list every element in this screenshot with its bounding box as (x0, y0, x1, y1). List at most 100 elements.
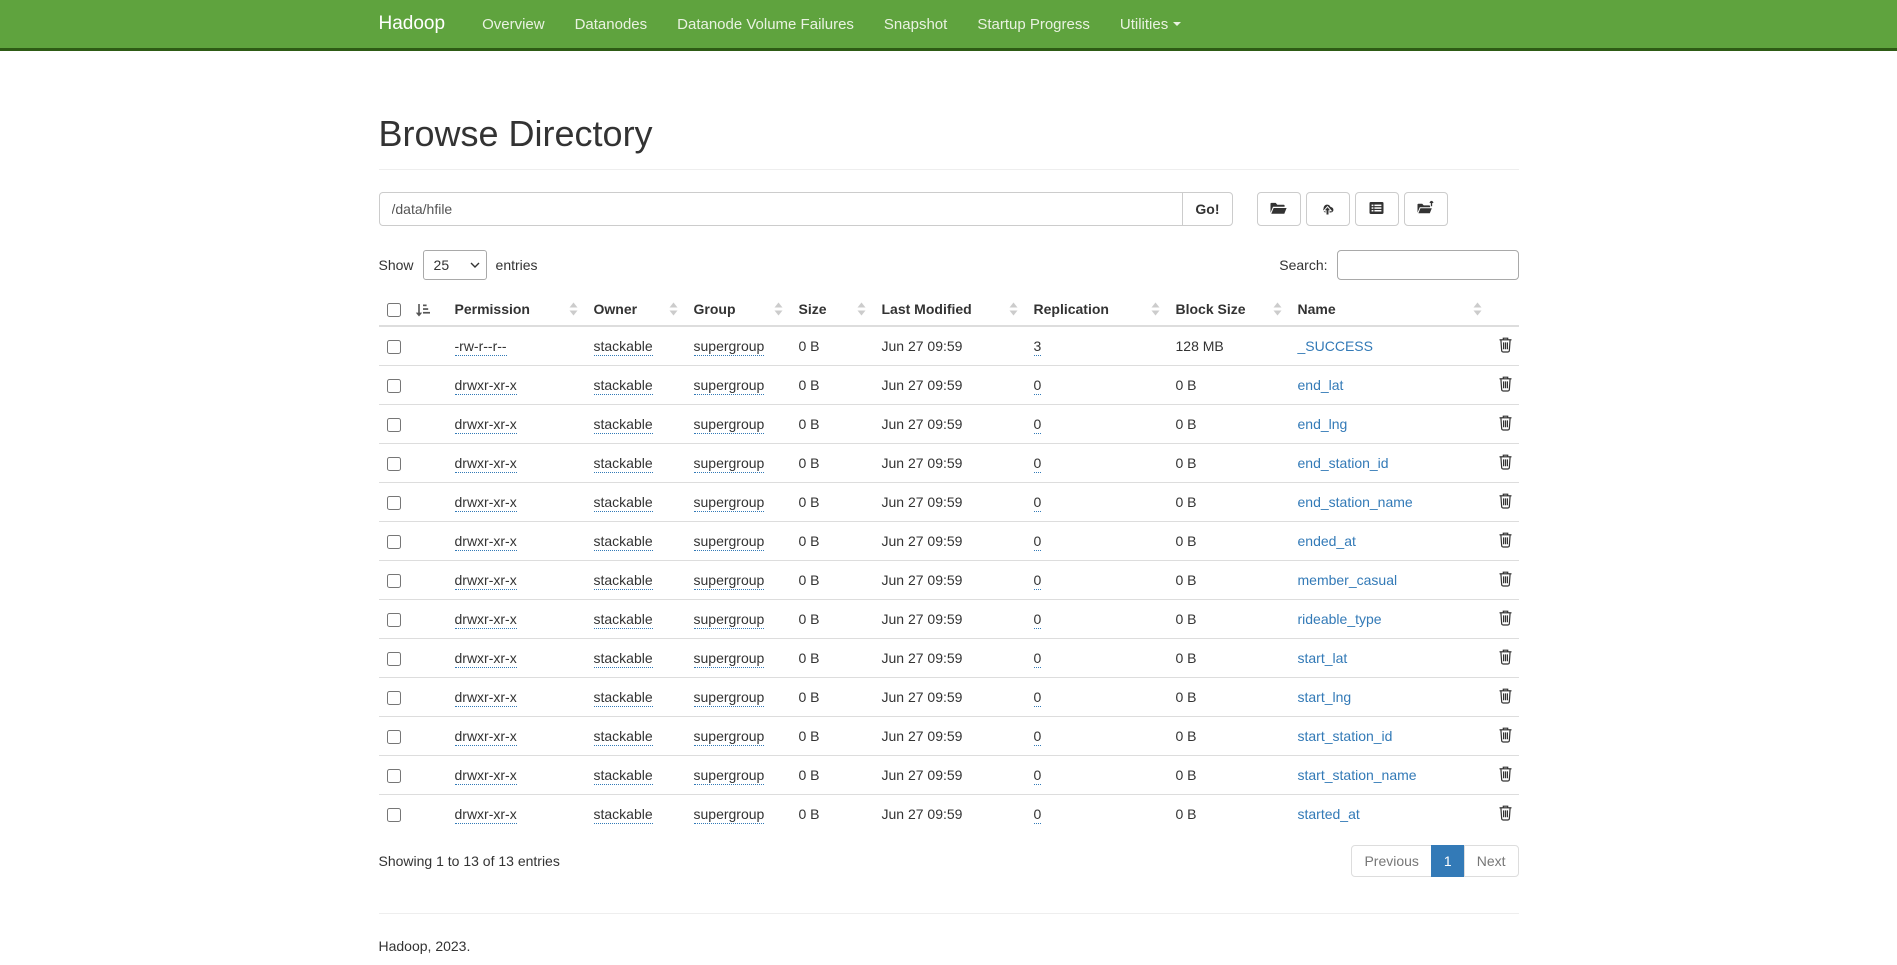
column-header-last-modified[interactable]: Last Modified (874, 292, 1026, 326)
permission-value[interactable]: drwxr-xr-x (455, 377, 517, 395)
group-value[interactable]: supergroup (694, 455, 765, 473)
replication-value[interactable]: 0 (1034, 650, 1042, 668)
permission-value[interactable]: drwxr-xr-x (455, 650, 517, 668)
owner-value[interactable]: stackable (594, 689, 653, 707)
row-checkbox[interactable] (387, 496, 401, 510)
group-value[interactable]: supergroup (694, 611, 765, 629)
row-checkbox[interactable] (387, 340, 401, 354)
permission-value[interactable]: drwxr-xr-x (455, 689, 517, 707)
row-checkbox[interactable] (387, 730, 401, 744)
owner-value[interactable]: stackable (594, 572, 653, 590)
replication-value[interactable]: 0 (1034, 689, 1042, 707)
group-value[interactable]: supergroup (694, 416, 765, 434)
column-header-replication[interactable]: Replication (1026, 292, 1168, 326)
owner-value[interactable]: stackable (594, 806, 653, 824)
permission-value[interactable]: drwxr-xr-x (455, 767, 517, 785)
permission-value[interactable]: drwxr-xr-x (455, 728, 517, 746)
replication-value[interactable]: 0 (1034, 377, 1042, 395)
nav-item-startup-progress[interactable]: Startup Progress (962, 0, 1105, 48)
create-directory-button[interactable] (1257, 192, 1301, 226)
group-value[interactable]: supergroup (694, 689, 765, 707)
owner-value[interactable]: stackable (594, 650, 653, 668)
row-checkbox[interactable] (387, 652, 401, 666)
row-checkbox[interactable] (387, 574, 401, 588)
owner-value[interactable]: stackable (594, 533, 653, 551)
permission-value[interactable]: drwxr-xr-x (455, 533, 517, 551)
owner-value[interactable]: stackable (594, 455, 653, 473)
replication-value[interactable]: 0 (1034, 533, 1042, 551)
file-link[interactable]: start_station_name (1298, 767, 1417, 783)
file-link[interactable]: ended_at (1298, 533, 1356, 549)
file-link[interactable]: start_lat (1298, 650, 1348, 666)
row-checkbox[interactable] (387, 691, 401, 705)
file-link[interactable]: rideable_type (1298, 611, 1382, 627)
column-header-size[interactable]: Size (791, 292, 874, 326)
row-checkbox[interactable] (387, 613, 401, 627)
delete-button[interactable] (1498, 765, 1513, 782)
group-value[interactable]: supergroup (694, 572, 765, 590)
group-value[interactable]: supergroup (694, 767, 765, 785)
nav-item-utilities[interactable]: Utilities (1105, 0, 1196, 48)
delete-button[interactable] (1498, 375, 1513, 392)
row-checkbox[interactable] (387, 457, 401, 471)
owner-value[interactable]: stackable (594, 767, 653, 785)
replication-value[interactable]: 0 (1034, 611, 1042, 629)
column-header-block-size[interactable]: Block Size (1168, 292, 1290, 326)
delete-button[interactable] (1498, 726, 1513, 743)
permission-value[interactable]: drwxr-xr-x (455, 455, 517, 473)
row-checkbox[interactable] (387, 769, 401, 783)
group-value[interactable]: supergroup (694, 338, 765, 356)
file-link[interactable]: end_lng (1298, 416, 1348, 432)
row-checkbox[interactable] (387, 379, 401, 393)
row-checkbox[interactable] (387, 418, 401, 432)
column-header-permission[interactable]: Permission (447, 292, 586, 326)
column-header-name[interactable]: Name (1290, 292, 1490, 326)
permission-value[interactable]: drwxr-xr-x (455, 416, 517, 434)
replication-value[interactable]: 0 (1034, 494, 1042, 512)
delete-button[interactable] (1498, 570, 1513, 587)
group-value[interactable]: supergroup (694, 533, 765, 551)
replication-value[interactable]: 0 (1034, 728, 1042, 746)
nav-item-datanode-volume-failures[interactable]: Datanode Volume Failures (662, 0, 869, 48)
pagination-page-1[interactable]: 1 (1431, 845, 1465, 877)
file-link[interactable]: start_station_id (1298, 728, 1393, 744)
pagination-previous[interactable]: Previous (1351, 845, 1431, 877)
replication-value[interactable]: 3 (1034, 338, 1042, 356)
directory-path-input[interactable] (379, 192, 1184, 226)
file-link[interactable]: end_station_id (1298, 455, 1389, 471)
select-all-checkbox[interactable] (387, 303, 401, 317)
delete-button[interactable] (1498, 648, 1513, 665)
group-value[interactable]: supergroup (694, 728, 765, 746)
replication-value[interactable]: 0 (1034, 806, 1042, 824)
delete-button[interactable] (1498, 492, 1513, 509)
select-all-header[interactable] (379, 292, 447, 326)
move-file-button[interactable] (1404, 192, 1448, 226)
row-checkbox[interactable] (387, 535, 401, 549)
group-value[interactable]: supergroup (694, 377, 765, 395)
nav-item-datanodes[interactable]: Datanodes (560, 0, 663, 48)
file-link[interactable]: _SUCCESS (1298, 338, 1373, 354)
owner-value[interactable]: stackable (594, 728, 653, 746)
search-input[interactable] (1337, 250, 1519, 280)
replication-value[interactable]: 0 (1034, 767, 1042, 785)
permission-value[interactable]: drwxr-xr-x (455, 806, 517, 824)
delete-button[interactable] (1498, 453, 1513, 470)
file-link[interactable]: end_station_name (1298, 494, 1413, 510)
replication-value[interactable]: 0 (1034, 572, 1042, 590)
delete-button[interactable] (1498, 336, 1513, 353)
go-button[interactable]: Go! (1182, 192, 1232, 226)
file-link[interactable]: start_lng (1298, 689, 1352, 705)
upload-file-button[interactable] (1306, 192, 1350, 226)
column-header-owner[interactable]: Owner (586, 292, 686, 326)
set-quota-button[interactable] (1355, 192, 1399, 226)
delete-button[interactable] (1498, 414, 1513, 431)
replication-value[interactable]: 0 (1034, 416, 1042, 434)
delete-button[interactable] (1498, 687, 1513, 704)
file-link[interactable]: member_casual (1298, 572, 1398, 588)
group-value[interactable]: supergroup (694, 650, 765, 668)
group-value[interactable]: supergroup (694, 494, 765, 512)
delete-button[interactable] (1498, 531, 1513, 548)
pagination-next[interactable]: Next (1464, 845, 1519, 877)
permission-value[interactable]: drwxr-xr-x (455, 494, 517, 512)
permission-value[interactable]: -rw-r--r-- (455, 338, 507, 356)
